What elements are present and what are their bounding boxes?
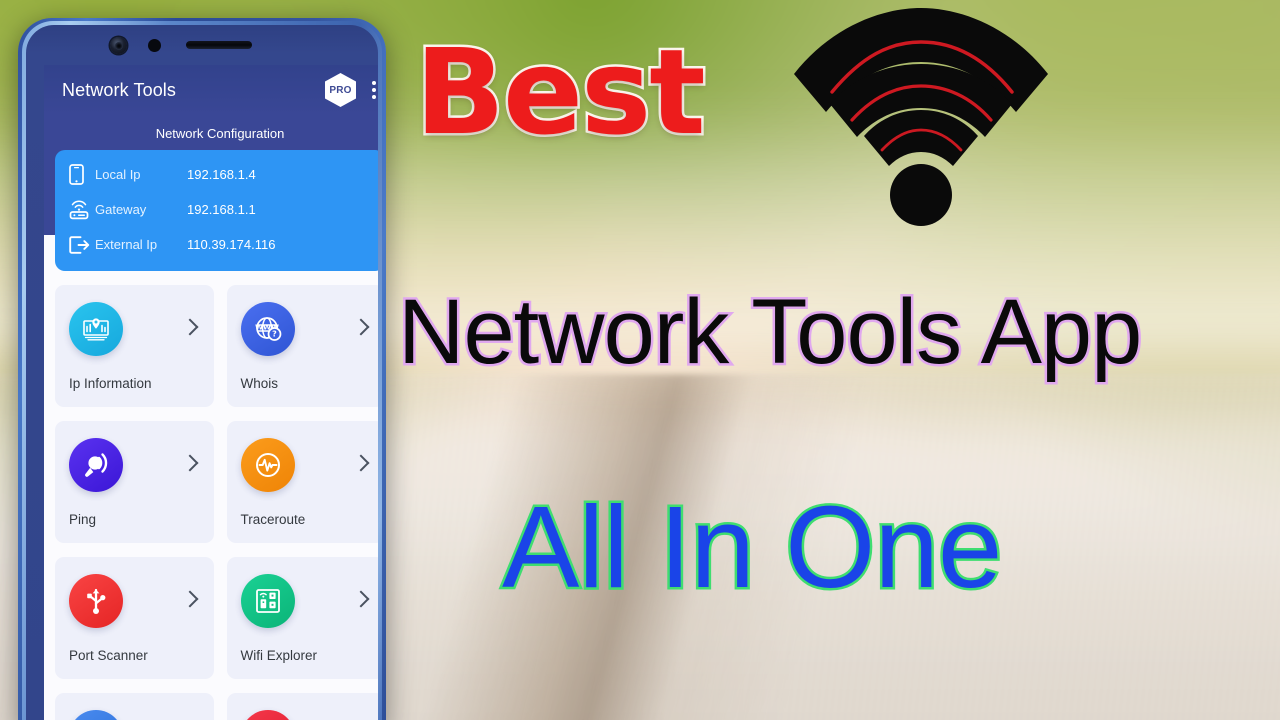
chevron-right-icon[interactable] <box>181 318 198 336</box>
web-monitor-icon <box>240 710 295 720</box>
tool-card-port-scanner[interactable]: Port Scanner <box>55 557 214 679</box>
lan-scan-icon <box>69 710 123 720</box>
app-title: Network Tools <box>62 79 177 100</box>
phone-mockup: Network Tools PRO Network Configuration <box>8 18 386 720</box>
wifi-signal-icon <box>794 8 1048 226</box>
usb-port-icon <box>69 574 123 628</box>
pro-badge-label: PRO <box>329 84 352 96</box>
kebab-menu-icon[interactable] <box>364 77 378 103</box>
kebab-dot <box>372 95 376 99</box>
tool-card-whois[interactable]: WWW? Whois <box>226 285 378 407</box>
phone-screen: Network Tools PRO Network Configuration <box>44 65 378 720</box>
phone-frame-inner: Network Tools PRO Network Configuration <box>26 25 378 720</box>
tool-label: Wifi Explorer <box>240 648 318 663</box>
network-configuration-section: Network Configuration Local Ip 192.168.1… <box>44 115 378 271</box>
tool-card-wifi-explorer[interactable]: Wifi Explorer <box>226 557 378 679</box>
network-configuration-title: Network Configuration <box>155 126 285 141</box>
config-label: Gateway <box>95 202 147 217</box>
app-header: Network Tools PRO <box>44 65 378 115</box>
kebab-dot <box>372 81 376 85</box>
tools-grid: Ip Information WWW? Whois Ping Tracerout… <box>44 271 378 720</box>
tool-label: Traceroute <box>240 512 306 527</box>
router-wifi-icon <box>69 199 95 220</box>
tool-card-ping[interactable]: Ping <box>55 421 214 543</box>
headline-network-tools-app: Network Tools App <box>395 281 1144 383</box>
headline-all-in-one: All In One <box>499 482 1004 612</box>
chevron-right-icon[interactable] <box>352 590 370 608</box>
wifi-explorer-icon <box>240 574 295 628</box>
headline-best: Best <box>413 23 709 161</box>
tool-card-traceroute[interactable]: Traceroute <box>226 421 378 543</box>
tool-label: Port Scanner <box>69 648 148 663</box>
logout-arrow-icon <box>69 235 95 254</box>
config-value: 192.168.1.1 <box>187 202 256 217</box>
traceroute-pulse-icon <box>240 438 295 492</box>
config-row-local-ip[interactable]: Local Ip 192.168.1.4 <box>55 157 378 192</box>
chevron-right-icon[interactable] <box>181 590 198 608</box>
config-row-external-ip[interactable]: External Ip 110.39.174.116 <box>55 227 378 262</box>
earpiece-speaker-icon <box>186 41 252 49</box>
svg-text:?: ? <box>272 330 277 339</box>
config-label: Local Ip <box>95 167 141 182</box>
config-label: External Ip <box>95 237 158 252</box>
config-row-gateway[interactable]: Gateway 192.168.1.1 <box>55 192 378 227</box>
tool-card-web-monitor[interactable] <box>226 693 378 720</box>
config-value: 110.39.174.116 <box>187 237 276 252</box>
network-configuration-card: Local Ip 192.168.1.4 Gateway 192.168.1.1 <box>55 150 378 271</box>
chevron-right-icon[interactable] <box>352 454 370 472</box>
pro-badge[interactable]: PRO <box>325 73 356 107</box>
chevron-right-icon[interactable] <box>352 318 370 336</box>
ping-radar-icon <box>69 438 123 492</box>
phone-top-bar <box>26 25 378 65</box>
tool-card-ip-information[interactable]: Ip Information <box>55 285 214 407</box>
front-camera-icon <box>110 37 127 54</box>
proximity-sensor-icon <box>148 39 161 52</box>
tool-label: Ping <box>69 512 97 527</box>
whois-globe-icon: WWW? <box>240 302 295 356</box>
smartphone-icon <box>69 164 95 185</box>
tool-card-lan-scan[interactable] <box>55 693 214 720</box>
chevron-right-icon[interactable] <box>181 454 198 472</box>
tool-label: Whois <box>240 376 279 391</box>
tool-label: Ip Information <box>69 376 152 391</box>
config-value: 192.168.1.4 <box>187 167 256 182</box>
ip-information-icon <box>69 302 123 356</box>
kebab-dot <box>372 88 376 92</box>
